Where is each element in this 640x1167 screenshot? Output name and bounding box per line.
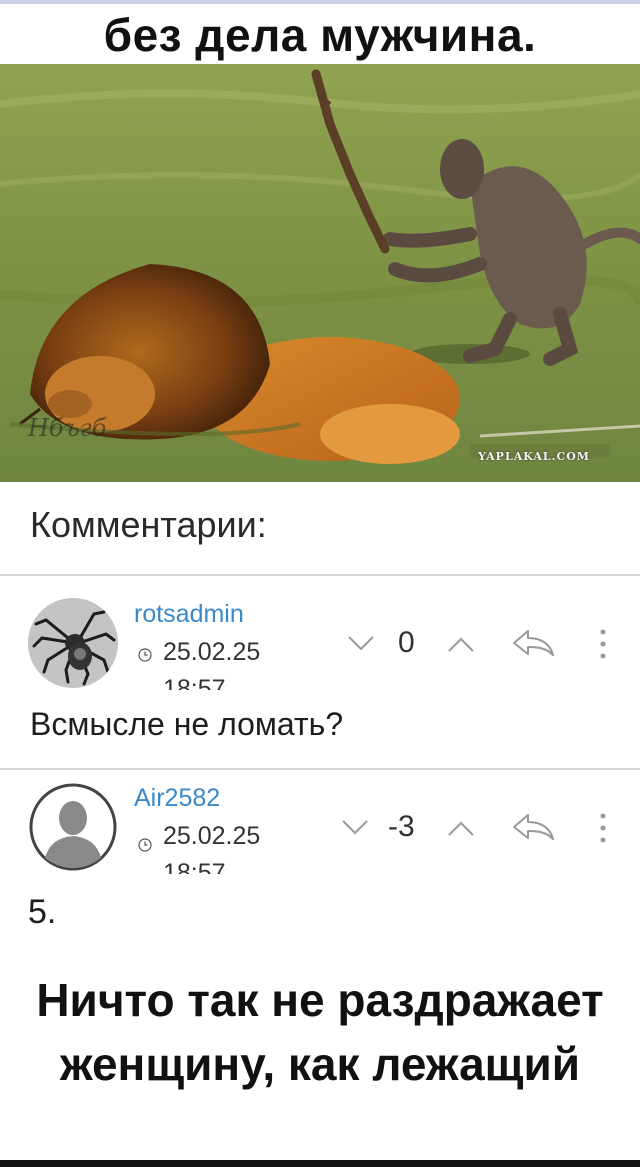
comment-date: 25.02.25 xyxy=(163,822,261,850)
comment-text: Всмысле не ломать? xyxy=(30,706,344,742)
post-caption: Ничто так не раздражает женщину, как леж… xyxy=(36,974,604,1090)
bottom-rule xyxy=(0,1160,640,1167)
more-options-icon[interactable] xyxy=(598,810,608,846)
clock-icon xyxy=(138,838,152,852)
comment-date: 25.02.25 xyxy=(163,638,261,666)
default-user-avatar-icon[interactable] xyxy=(28,782,118,872)
comment-time: 18:57 xyxy=(163,859,226,874)
photo-corner-text: Нбъгб xyxy=(28,414,107,442)
vote-down-icon[interactable] xyxy=(340,818,370,836)
vote-up-icon[interactable] xyxy=(446,820,476,838)
more-options-icon[interactable] xyxy=(598,626,608,662)
comment-time: 18:57 xyxy=(163,675,226,690)
comment-score: 0 xyxy=(398,626,415,659)
meme-photo: Нбъгб YAPLAKAL.COM xyxy=(0,64,640,482)
vote-up-icon[interactable] xyxy=(446,636,476,654)
comment-score: -3 xyxy=(388,810,415,843)
comment-username[interactable]: rotsadmin xyxy=(134,600,244,629)
vote-down-icon[interactable] xyxy=(346,634,376,652)
comment-item: rotsadmin 25.02.25 18:57 0 Всмысле не ло… xyxy=(0,576,640,766)
spider-avatar-icon[interactable] xyxy=(28,598,118,688)
reply-icon[interactable] xyxy=(510,810,556,844)
comment-username[interactable]: Air2582 xyxy=(134,784,220,813)
comments-heading: Комментарии: xyxy=(30,504,267,545)
meme-caption-top: без дела мужчина. xyxy=(103,9,537,61)
clock-icon xyxy=(138,648,152,662)
reply-icon[interactable] xyxy=(510,626,556,660)
comment-item: Air2582 25.02.25 18:57 -3 xyxy=(0,770,640,910)
photo-watermark: YAPLAKAL.COM xyxy=(478,450,590,463)
comment-text: 5. xyxy=(28,893,57,931)
